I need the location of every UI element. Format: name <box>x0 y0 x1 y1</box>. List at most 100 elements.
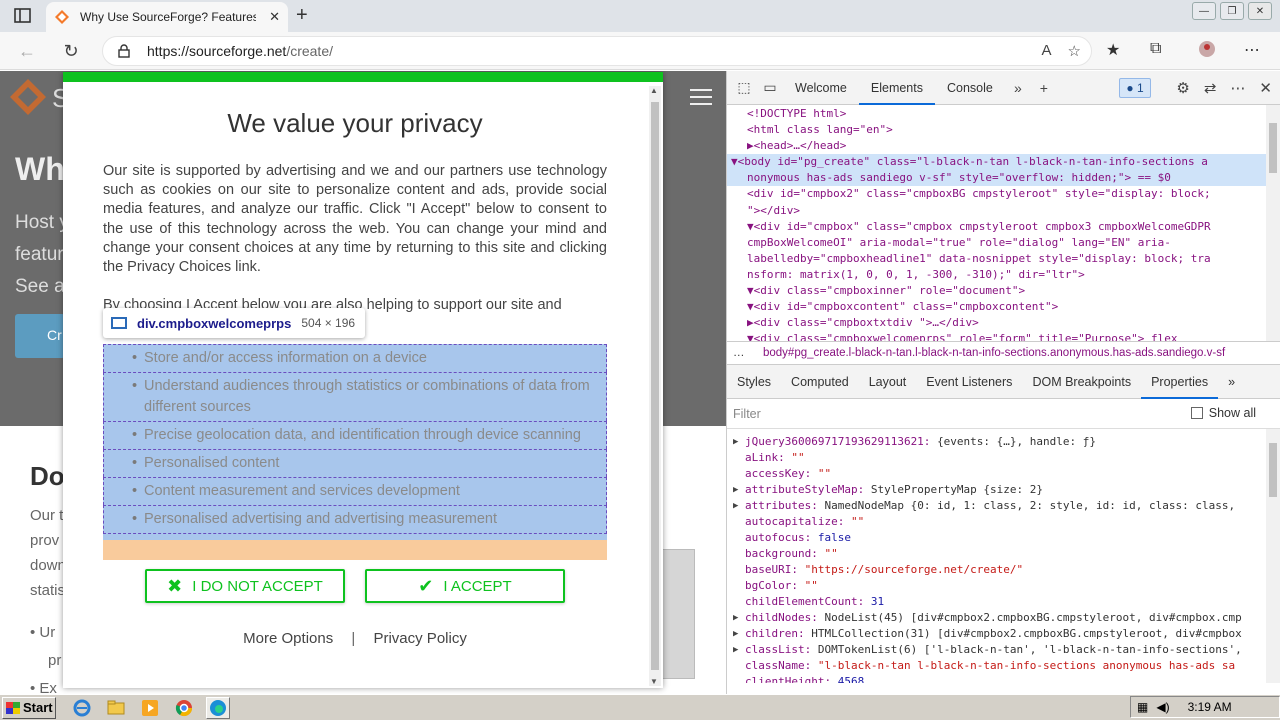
scroll-up-icon[interactable]: ▲ <box>650 86 658 95</box>
dom-node-line[interactable]: ▼<div class="cmpboxwelcomeprps" role="fo… <box>727 331 1280 341</box>
tab-actions-button[interactable] <box>8 4 40 28</box>
edge-icon[interactable] <box>206 696 230 719</box>
connect-icon[interactable]: ⇄ <box>1204 79 1217 97</box>
privacy-policy-link[interactable]: Privacy Policy <box>373 630 466 647</box>
expand-triangle-icon[interactable]: ▶ <box>733 434 738 450</box>
tab-console[interactable]: Console <box>935 71 1005 105</box>
property-row[interactable]: childElementCount: 31 <box>727 594 1280 610</box>
more-sub-tabs-icon[interactable]: » <box>1218 365 1245 399</box>
media-player-icon[interactable] <box>138 697 162 719</box>
tab-welcome[interactable]: Welcome <box>783 71 859 105</box>
consent-scrollbar[interactable]: ▲ ▼ <box>649 86 661 686</box>
property-row[interactable]: autocapitalize: "" <box>727 514 1280 530</box>
property-row[interactable]: aLink: "" <box>727 450 1280 466</box>
accept-button[interactable]: ✔ I ACCEPT <box>365 569 565 603</box>
property-row[interactable]: background: "" <box>727 546 1280 562</box>
dom-scrollbar[interactable] <box>1266 105 1280 341</box>
dom-node-line[interactable]: <div id="cmpbox2" class="cmpboxBG cmpsty… <box>727 186 1280 202</box>
tab-properties[interactable]: Properties <box>1141 365 1219 399</box>
breadcrumb-more-icon[interactable]: … <box>733 342 745 364</box>
restore-button[interactable]: ❐ <box>1220 2 1244 20</box>
favorites-icon[interactable]: ★ <box>1106 40 1120 60</box>
expand-triangle-icon[interactable]: ▶ <box>733 498 738 514</box>
scrollbar-thumb[interactable] <box>1269 123 1277 173</box>
property-row[interactable]: className: "l-black-n-tan l-black-n-tan-… <box>727 658 1280 674</box>
tab-elements[interactable]: Elements <box>858 71 935 105</box>
device-emulation-icon[interactable]: ▭ <box>757 79 783 96</box>
tab-close-icon[interactable]: ✕ <box>269 9 280 25</box>
issues-badge[interactable]: ● 1 <box>1119 78 1151 98</box>
scroll-down-icon[interactable]: ▼ <box>650 677 658 686</box>
dom-node-line[interactable]: cmpBoxWelcomeOI" aria-modal="true" role=… <box>727 235 1280 251</box>
breadcrumb-item[interactable]: body#pg_create.l-black-n-tan.l-black-n-t… <box>763 347 1225 359</box>
properties-scrollbar[interactable] <box>1266 429 1280 683</box>
property-row[interactable]: ▶ childNodes: NodeList(45) [div#cmpbox2.c… <box>727 610 1280 626</box>
dom-node-line[interactable]: <!DOCTYPE html> <box>727 106 1280 122</box>
property-row[interactable]: ▶ attributeStyleMap: StylePropertyMap {si… <box>727 482 1280 498</box>
start-button[interactable]: Start <box>2 696 56 719</box>
dom-node-line[interactable]: ▼<div class="cmpboxinner" role="document… <box>727 283 1280 299</box>
property-row[interactable]: ▶ attributes: NamedNodeMap {0: id, 1: cla… <box>727 498 1280 514</box>
tab-styles[interactable]: Styles <box>727 365 781 399</box>
add-favorite-icon[interactable]: ☆ <box>1068 42 1081 60</box>
settings-menu-icon[interactable]: ⋯ <box>1244 40 1260 60</box>
expand-triangle-icon[interactable]: ▶ <box>733 642 738 658</box>
dom-node-line[interactable]: ▼<div id="cmpboxcontent" class="cmpboxco… <box>727 299 1280 315</box>
dom-node-line[interactable]: labelledby="cmpboxheadline1" data-nosnip… <box>727 251 1280 267</box>
dom-node-line[interactable]: nonymous has-ads sandiego v-sf" style="o… <box>727 170 1280 187</box>
property-row[interactable]: clientHeight: 4568 <box>727 674 1280 683</box>
address-bar[interactable]: https://sourceforge.net/create/ A ☆ <box>102 36 1092 66</box>
decline-button[interactable]: ✖ I DO NOT ACCEPT <box>145 569 345 603</box>
browser-tab[interactable]: Why Use SourceForge? Features & ✕ <box>46 2 288 32</box>
volume-icon[interactable]: ◀) <box>1156 700 1169 714</box>
property-row[interactable]: baseURI: "https://sourceforge.net/create… <box>727 562 1280 578</box>
properties-filter-input[interactable]: Filter Show all <box>727 399 1280 429</box>
purpose-item[interactable]: Precise geolocation data, and identifica… <box>103 421 607 449</box>
back-icon[interactable]: ← <box>16 40 38 62</box>
folder-icon[interactable] <box>104 697 128 719</box>
expand-triangle-icon[interactable]: ▶ <box>733 482 738 498</box>
read-aloud-icon[interactable]: A <box>1042 42 1052 60</box>
property-row[interactable]: ▶ children: HTMLCollection(31) [div#cmpbo… <box>727 626 1280 642</box>
inspect-element-icon[interactable]: ⬚ <box>731 79 757 96</box>
refresh-icon[interactable]: ↻ <box>60 40 82 62</box>
tab-event-listeners[interactable]: Event Listeners <box>916 365 1022 399</box>
property-row[interactable]: ▶ jQuery3600697171936291136​21: {events: … <box>727 434 1280 450</box>
checkbox[interactable] <box>1190 407 1203 419</box>
ie-icon[interactable] <box>70 697 94 719</box>
scrollbar-thumb[interactable] <box>651 102 659 670</box>
purpose-item[interactable]: Personalised advertising and advertising… <box>103 505 607 534</box>
add-tab-icon[interactable]: + <box>1031 80 1057 96</box>
dom-node-line[interactable]: ▶<div class="cmpboxtxtdiv ">…</div> <box>727 315 1280 331</box>
expand-triangle-icon[interactable]: ▶ <box>733 626 738 642</box>
property-row[interactable]: ▶ classList: DOMTokenList(6) ['l-black-n-… <box>727 642 1280 658</box>
dom-node-line[interactable]: ▼<body id="pg_create" class="l-black-n-t… <box>727 154 1280 171</box>
network-icon[interactable]: ▦ <box>1137 700 1148 714</box>
dom-node-line[interactable]: <html class lang="en"> <box>727 122 1280 138</box>
show-all-checkbox[interactable]: Show all <box>1190 406 1256 420</box>
scrollbar-thumb[interactable] <box>1269 443 1277 497</box>
purpose-item[interactable]: Understand audiences through statistics … <box>103 372 607 421</box>
close-window-button[interactable]: ✕ <box>1248 2 1272 20</box>
minimize-button[interactable]: — <box>1192 2 1216 20</box>
tab-computed[interactable]: Computed <box>781 365 859 399</box>
purpose-item[interactable]: Personalised content <box>103 449 607 477</box>
chrome-icon[interactable] <box>172 697 196 719</box>
new-tab-button[interactable]: + <box>296 5 308 25</box>
more-tabs-icon[interactable]: » <box>1005 80 1031 96</box>
property-row[interactable]: bgColor: "" <box>727 578 1280 594</box>
dom-node-line[interactable]: "></div> <box>727 203 1280 219</box>
expand-triangle-icon[interactable]: ▶ <box>733 610 738 626</box>
tab-dom-breakpoints[interactable]: DOM Breakpoints <box>1022 365 1141 399</box>
settings-icon[interactable]: ⚙ <box>1176 79 1189 97</box>
customize-icon[interactable]: ⋯ <box>1230 79 1245 97</box>
collections-icon[interactable]: ⧉ <box>1150 40 1161 58</box>
hamburger-menu-icon[interactable] <box>690 89 712 107</box>
profile-icon[interactable] <box>1198 40 1216 58</box>
purpose-item[interactable]: Content measurement and services develop… <box>103 477 607 505</box>
sourceforge-logo-icon[interactable] <box>8 77 48 117</box>
tab-layout[interactable]: Layout <box>859 365 917 399</box>
site-cta-button[interactable]: Cr <box>15 314 65 358</box>
property-row[interactable]: accessKey: "" <box>727 466 1280 482</box>
close-devtools-icon[interactable]: ✕ <box>1259 79 1272 97</box>
